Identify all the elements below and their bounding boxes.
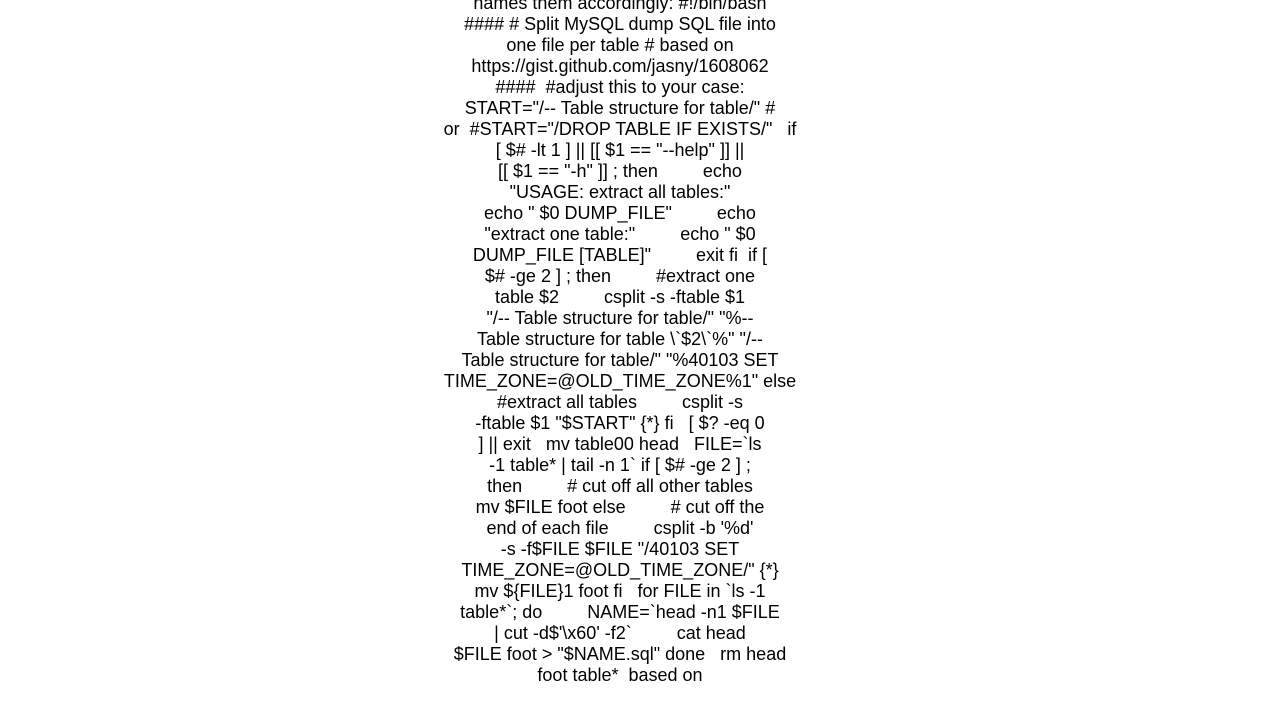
text-line: mv ${FILE}1 foot fi for FILE in `ls -1 — [474, 581, 766, 601]
script-text-block: names them accordingly: #!/bin/bash #### … — [440, 0, 800, 682]
page: names them accordingly: #!/bin/bash #### … — [0, 0, 1280, 720]
text-line: "USAGE: extract all tables:" — [509, 182, 731, 202]
text-line: DUMP_FILE [TABLE]" exit fi if [ — [472, 245, 768, 265]
text-line: table $2 csplit -s -ftable $1 — [494, 287, 746, 307]
text-line: TIME_ZONE=@OLD_TIME_ZONE/" {*} — [461, 560, 779, 580]
text-line: one file per table # based on — [506, 35, 734, 55]
text-line: #### #adjust this to your case: — [495, 77, 745, 97]
text-line: "extract one table:" echo " $0 — [484, 224, 756, 244]
text-line: https://gist.github.com/jasny/1608062 — [471, 56, 769, 76]
text-line: | cut -d$'\x60' -f2` cat head — [494, 623, 746, 643]
text-line: end of each file csplit -b '%d' — [486, 518, 754, 538]
text-line: [ $# -lt 1 ] || [[ $1 == "--help" ]] || — [495, 140, 745, 160]
text-line: mv $FILE foot else # cut off the — [475, 497, 765, 517]
text-line: -ftable $1 "$START" {*} fi [ $? -eq 0 — [475, 413, 765, 433]
text-viewport: names them accordingly: #!/bin/bash #### … — [0, 0, 1280, 682]
text-line: names them accordingly: #!/bin/bash — [473, 0, 767, 13]
text-line: "/-- Table structure for table/" "%-- — [486, 308, 754, 328]
text-line: START="/-- Table structure for table/" # — [464, 98, 776, 118]
text-line: table*`; do NAME=`head -n1 $FILE — [460, 602, 780, 622]
text-line: Table structure for table/" "%40103 SET — [461, 350, 779, 370]
text-line: or #START="/DROP TABLE IF EXISTS/" if — [443, 119, 797, 139]
text-line: Table structure for table \`$2\`%" "/-- — [477, 329, 763, 349]
text-line: $# -ge 2 ] ; then #extract one — [484, 266, 756, 286]
text-line: #extract all tables csplit -s — [496, 392, 744, 412]
text-line: #### # Split MySQL dump SQL file into — [464, 14, 776, 34]
text-line: echo " $0 DUMP_FILE" echo — [484, 203, 756, 223]
text-line: TIME_ZONE=@OLD_TIME_ZONE%1" else — [443, 371, 797, 391]
text-line: -s -f$FILE $FILE "/40103 SET — [500, 539, 740, 559]
text-line: foot table* based on — [537, 665, 703, 682]
text-line: -1 table* | tail -n 1` if [ $# -ge 2 ] ; — [489, 455, 751, 475]
text-line: [[ $1 == "-h" ]] ; then echo — [498, 161, 742, 181]
text-line: then # cut off all other tables — [487, 476, 753, 496]
text-line: $FILE foot > "$NAME.sql" done rm head — [453, 644, 787, 664]
text-line: ] || exit mv table00 head FILE=`ls — [478, 434, 762, 454]
